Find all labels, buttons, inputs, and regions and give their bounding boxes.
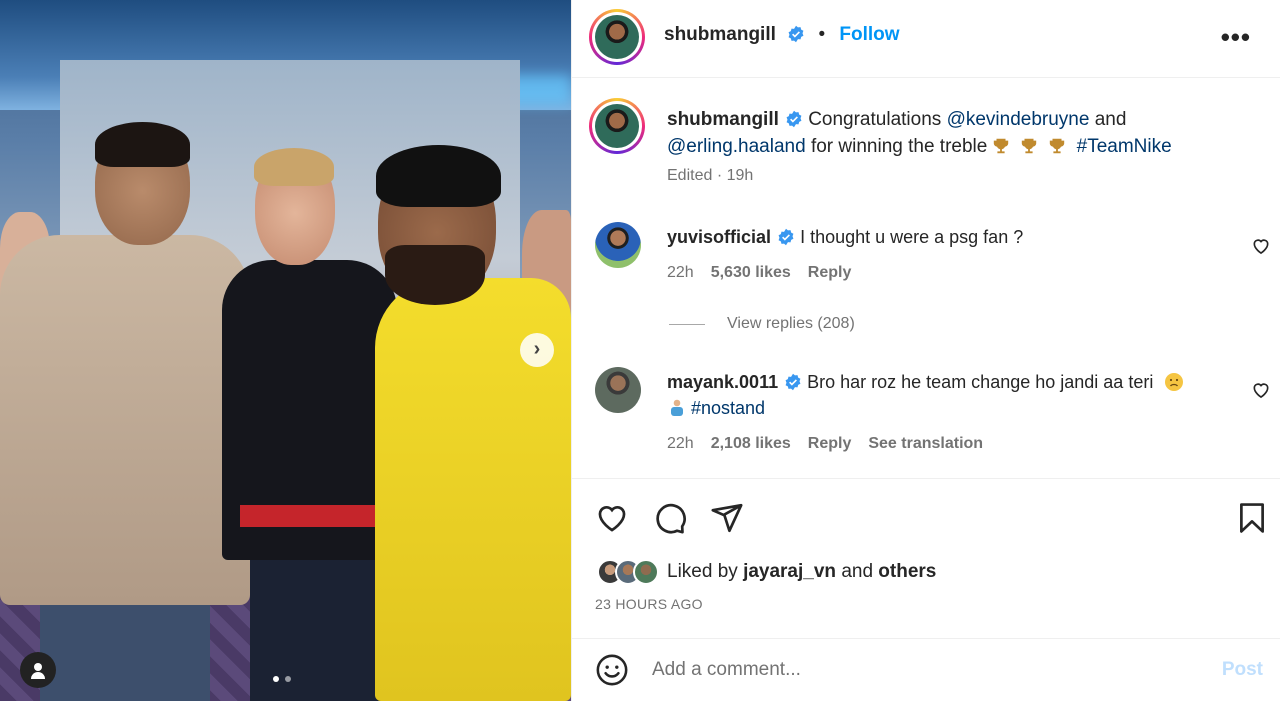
- liked-by-others[interactable]: others: [878, 561, 936, 582]
- post-header: shubmangill • Follow •••: [572, 0, 1280, 78]
- caption-age[interactable]: 19h: [727, 167, 754, 184]
- photo-person-3-beard: [385, 245, 485, 305]
- post-photo[interactable]: ›: [0, 0, 571, 701]
- standing-person-emoji-icon: [671, 399, 683, 416]
- sad-face-emoji-icon: [1165, 373, 1184, 391]
- follow-button[interactable]: Follow: [839, 24, 899, 45]
- meta-dot: ·: [716, 167, 723, 184]
- emoji-icon[interactable]: [595, 653, 629, 687]
- reply-button[interactable]: Reply: [808, 435, 852, 453]
- commenter-username[interactable]: mayank.0011: [667, 372, 778, 392]
- photo-person-2-legs: [250, 545, 390, 701]
- verified-icon: [786, 110, 802, 128]
- liker-avatar[interactable]: [633, 559, 659, 585]
- heart-icon[interactable]: [1251, 236, 1271, 256]
- header-user-row: shubmangill • Follow: [664, 24, 900, 46]
- view-replies-label[interactable]: View replies (208): [727, 315, 855, 333]
- heart-icon[interactable]: [1251, 380, 1271, 400]
- author-username[interactable]: shubmangill: [664, 24, 776, 45]
- photo-person-2-band: [240, 505, 380, 527]
- author-avatar-image: [595, 15, 639, 59]
- reply-button[interactable]: Reply: [808, 264, 852, 282]
- comment-likes[interactable]: 2,108 likes: [711, 435, 791, 453]
- liked-by-text: Liked by jayaraj_vn and others: [667, 561, 936, 583]
- verified-icon: [788, 25, 804, 43]
- edited-label: Edited: [667, 167, 713, 184]
- caption-text-2: and: [1094, 109, 1127, 130]
- chevron-right-icon[interactable]: ›: [520, 333, 554, 367]
- verified-icon: [785, 373, 801, 391]
- add-comment-bar: Post: [572, 638, 1280, 701]
- author-avatar-border: [592, 12, 642, 62]
- caption-text-1: Congratulations: [808, 109, 942, 130]
- photo-person-2-hair: [254, 148, 334, 186]
- view-replies-line: [669, 323, 705, 325]
- caption-hashtag[interactable]: #TeamNike: [1077, 136, 1172, 157]
- caption-meta: Edited · 19h: [667, 167, 753, 185]
- view-replies-button[interactable]: View replies (208): [669, 315, 855, 333]
- comment-icon[interactable]: [653, 501, 687, 535]
- commenter-username[interactable]: yuvisofficial: [667, 227, 771, 247]
- photo-person-1-hoodie: [0, 235, 250, 605]
- commenter-avatar[interactable]: [595, 367, 641, 413]
- user-tag-shoulders: [31, 672, 45, 679]
- caption-mention-erling-haaland[interactable]: @erling.haaland: [667, 136, 806, 157]
- caption-author-avatar[interactable]: [589, 98, 645, 154]
- commenter-avatar[interactable]: [595, 222, 641, 268]
- liked-by-user[interactable]: jayaraj_vn: [743, 561, 836, 582]
- comment-likes[interactable]: 5,630 likes: [711, 264, 791, 282]
- post-actions: Liked by jayaraj_vn and others 23 HOURS …: [572, 478, 1280, 638]
- comment-hashtag[interactable]: #nostand: [691, 398, 765, 418]
- post-details-panel: shubmangill • Follow ••• shubmangill Con…: [571, 0, 1280, 701]
- liked-by-row: Liked by jayaraj_vn and others: [597, 559, 936, 585]
- carousel-dot-active: [273, 676, 279, 682]
- caption-author-username[interactable]: shubmangill: [667, 109, 779, 130]
- trophy-icon: [1050, 138, 1065, 154]
- trophy-icon: [1022, 138, 1037, 154]
- comment-meta: 22h 5,630 likes Reply: [667, 264, 851, 282]
- see-translation-button[interactable]: See translation: [868, 435, 983, 453]
- comment-input[interactable]: [652, 657, 1192, 683]
- comment-text: I thought u were a psg fan ?: [800, 227, 1024, 247]
- like-heart-icon[interactable]: [595, 501, 629, 535]
- post-comment-button[interactable]: Post: [1222, 659, 1263, 681]
- caption-text-3: for winning the treble: [810, 136, 988, 157]
- photo-person-3-hair: [376, 145, 501, 207]
- caption-text: shubmangill Congratulations @kevindebruy…: [667, 106, 1247, 160]
- trophy-icon: [994, 138, 1009, 154]
- comment-text: Bro har roz he team change ho jandi aa t…: [807, 372, 1154, 392]
- bookmark-icon[interactable]: [1235, 501, 1269, 535]
- comment-body: yuvisofficial I thought u were a psg fan…: [667, 224, 1207, 250]
- user-tag-icon[interactable]: [20, 652, 56, 688]
- caption-mention-kevindebruyne[interactable]: @kevindebruyne: [947, 109, 1090, 130]
- comment-meta: 22h 2,108 likes Reply See translation: [667, 435, 983, 453]
- author-avatar[interactable]: [589, 9, 645, 65]
- caption-author-avatar-border: [592, 101, 642, 151]
- photo-person-1-legs: [40, 590, 210, 701]
- carousel-dot: [285, 676, 291, 682]
- share-icon[interactable]: [710, 501, 744, 535]
- header-separator: •: [818, 24, 826, 45]
- user-tag-head: [34, 663, 42, 671]
- comment-age: 22h: [667, 435, 694, 452]
- carousel-dots: [273, 676, 291, 682]
- liked-by-mid: and: [841, 561, 874, 582]
- comment-age: 22h: [667, 264, 694, 281]
- more-options-icon[interactable]: •••: [1221, 22, 1251, 53]
- comment-body: mayank.0011 Bro har roz he team change h…: [667, 369, 1207, 421]
- verified-icon: [778, 228, 794, 246]
- post-timestamp[interactable]: 23 HOURS AGO: [595, 596, 703, 612]
- caption-author-avatar-image: [595, 104, 639, 148]
- photo-person-1-hair: [95, 122, 190, 167]
- liked-by-prefix: Liked by: [667, 561, 738, 582]
